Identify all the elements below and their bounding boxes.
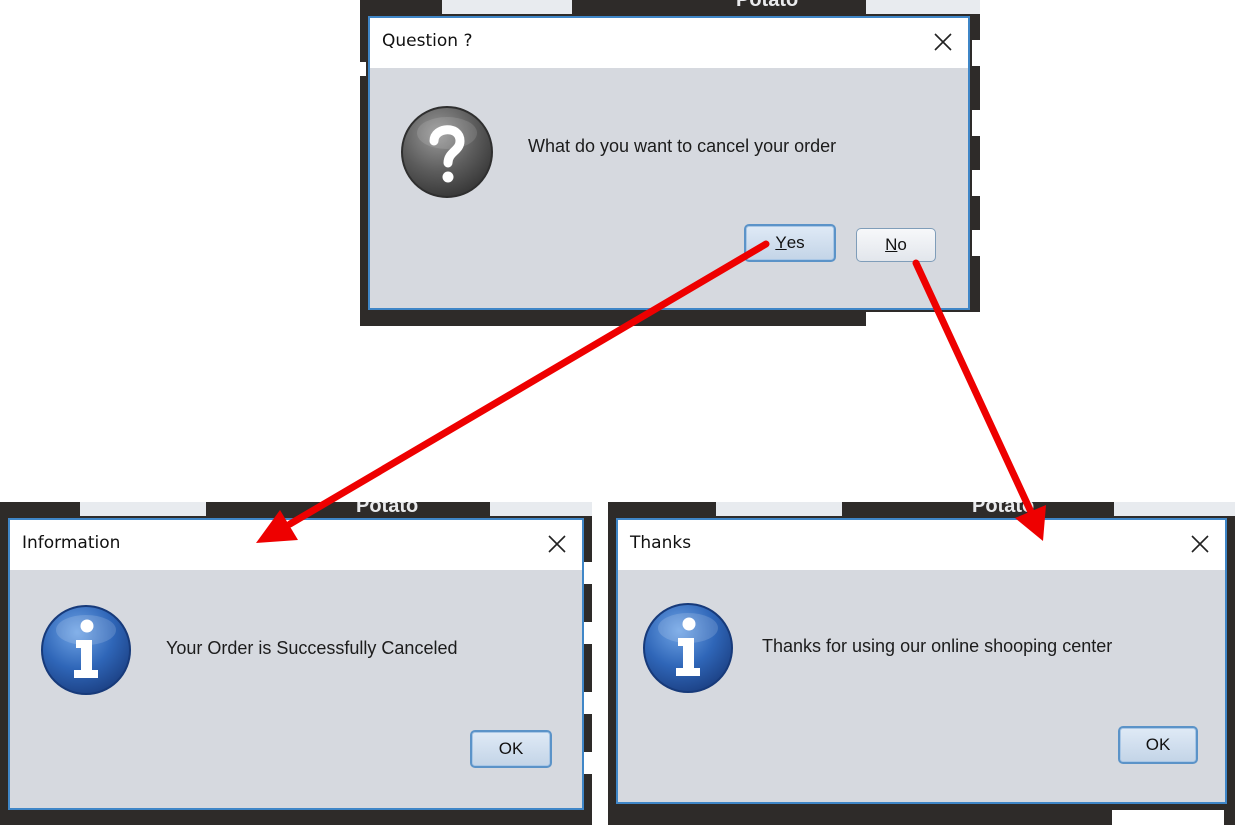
close-button[interactable]: [1181, 526, 1219, 562]
question-dialog: Question ? What do you want to cancel yo…: [368, 16, 970, 310]
dialog-titlebar[interactable]: Thanks: [618, 520, 1225, 570]
background-stripe: [972, 170, 980, 196]
dialog-message: Your Order is Successfully Canceled: [166, 638, 458, 658]
no-mnemonic: N: [885, 235, 898, 254]
close-icon: [934, 33, 952, 51]
background-stripe: [584, 752, 592, 774]
background-qty-field: [716, 502, 842, 516]
info-icon: [643, 603, 733, 693]
dialog-message: What do you want to cancel your order: [528, 136, 837, 156]
dialog-titlebar[interactable]: Question ?: [370, 18, 968, 68]
ok-button[interactable]: OK: [1118, 726, 1198, 764]
ok-button[interactable]: OK: [470, 730, 552, 768]
background-qty-field: [866, 0, 980, 14]
dialog-title: Question ?: [382, 31, 473, 51]
yes-mnemonic: Y: [775, 233, 787, 252]
close-button[interactable]: [538, 526, 576, 562]
background-stripe: [1112, 810, 1224, 825]
background-qty-field: [1114, 502, 1235, 516]
background-qty-field: [80, 502, 206, 516]
thanks-dialog: Thanks Thanks for using our online shoop…: [616, 518, 1227, 804]
background-stripe: [360, 62, 366, 76]
yes-button[interactable]: Yes: [744, 224, 836, 262]
close-button[interactable]: [924, 24, 962, 60]
question-icon: [401, 106, 493, 198]
background-stripe: [972, 230, 980, 256]
question-screenshot: Potato Question ? What do you want to ca…: [360, 0, 980, 326]
dialog-title: Information: [22, 533, 121, 553]
background-item-label: Potato: [972, 502, 1035, 517]
close-icon: [548, 535, 566, 553]
yes-label: es: [786, 233, 805, 252]
background-item-label: Potato: [356, 502, 419, 517]
dialog-titlebar[interactable]: Information: [10, 520, 582, 570]
thanks-screenshot: Potato Thanks Thanks for using our onlin…: [608, 502, 1235, 825]
background-item-label: Potato: [736, 0, 799, 11]
background-stripe: [972, 110, 980, 136]
info-icon: [41, 605, 131, 695]
no-label: o: [897, 235, 907, 254]
background-qty-field: [490, 502, 592, 516]
background-stripe: [866, 312, 980, 326]
dialog-message: Thanks for using our online shooping cen…: [762, 636, 1113, 656]
dialog-title: Thanks: [630, 533, 692, 553]
background-stripe: [584, 562, 592, 584]
background-stripe: [584, 692, 592, 714]
information-dialog: Information Your Order is Successfully C…: [8, 518, 584, 810]
no-button[interactable]: No: [856, 228, 936, 262]
information-screenshot: Potato Information Your Order is Success…: [0, 502, 592, 825]
background-stripe: [584, 622, 592, 644]
close-icon: [1191, 535, 1209, 553]
background-qty-field: [442, 0, 572, 14]
background-stripe: [972, 40, 980, 66]
